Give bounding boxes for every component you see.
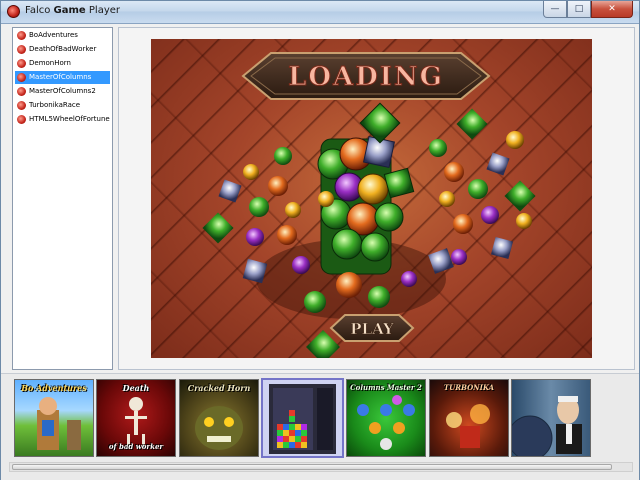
game-list-item-label: DeathOfBadWorker (29, 45, 97, 53)
game-list-item-masterofcolumns[interactable]: MasterOfColumns (15, 71, 110, 84)
loading-text: LOADING (288, 62, 444, 92)
thumbnail-subtitle: of bad worker (108, 442, 164, 451)
game-icon (17, 45, 26, 54)
game-list-item-demonhorn[interactable]: DemonHorn (15, 57, 110, 70)
game-icon (17, 59, 26, 68)
maximize-button[interactable]: □ (567, 1, 591, 18)
game-icon (17, 115, 26, 124)
game-icon (17, 101, 26, 110)
game-screen[interactable]: LOADING PLAY (151, 39, 592, 358)
close-icon: ✕ (608, 4, 616, 14)
game-list-item-turbonikarace[interactable]: TurbonikaRace (15, 99, 110, 112)
minimize-button[interactable]: — (543, 1, 567, 18)
game-list-item-masterofcolumns2[interactable]: MasterOfColumns2 (15, 85, 110, 98)
thumbnail-html5wheeloffortune[interactable] (511, 379, 591, 457)
loading-banner: LOADING (241, 52, 491, 100)
app-icon (7, 5, 20, 18)
thumbnail-masterofcolumns2[interactable]: Columns Master 2 (346, 379, 426, 457)
turbonikarace-artwork (446, 404, 490, 448)
thumbnail-turbonikarace[interactable]: TURBONIKA (429, 379, 509, 457)
game-list-item-deathofbadworker[interactable]: DeathOfBadWorker (15, 43, 110, 56)
game-icon (17, 31, 26, 40)
game-list-item-html5wheeloffortune[interactable]: HTML5WheelOfFortune (15, 113, 110, 126)
thumbnail-deathofbadworker[interactable]: Death of bad worker (96, 379, 176, 457)
game-list-item-label: DemonHorn (29, 59, 71, 67)
window-title: Falco Game Player (25, 5, 121, 16)
caption-buttons: — □ ✕ (543, 1, 633, 19)
thumbnail-scrollbar[interactable] (9, 462, 633, 472)
wheeloffortune-artwork (512, 396, 582, 456)
demonhorn-artwork (195, 406, 243, 450)
masterofcolumns2-artwork (357, 395, 415, 450)
boadventures-artwork (37, 397, 81, 450)
play-button[interactable]: PLAY (329, 314, 415, 342)
minimize-icon: — (550, 4, 560, 14)
masterofcolumns-artwork (269, 384, 336, 454)
game-list-item-label: BoAdventures (29, 31, 78, 39)
play-button-label: PLAY (350, 320, 394, 338)
game-list-item-boadventures[interactable]: BoAdventures (15, 29, 110, 42)
scrollbar-thumb[interactable] (12, 464, 612, 470)
game-artwork: LOADING PLAY (202, 52, 536, 358)
title-bar[interactable]: Falco Game Player — □ ✕ (1, 1, 639, 24)
thumbnail-masterofcolumns[interactable] (261, 378, 344, 458)
thumbnail-demonhorn[interactable]: Cracked Horn (179, 379, 259, 457)
maximize-icon: □ (574, 4, 584, 14)
close-button[interactable]: ✕ (591, 1, 633, 18)
game-list-item-label: MasterOfColumns2 (29, 87, 96, 95)
game-list-item-label: HTML5WheelOfFortune (29, 115, 110, 123)
game-list-item-label: TurbonikaRace (29, 101, 81, 109)
game-thumbnail-shelf: Bo Adventures Death of bad worker Cracke… (1, 373, 639, 480)
game-list[interactable]: BoAdventures DeathOfBadWorker DemonHorn … (12, 27, 113, 370)
game-icon (17, 73, 26, 82)
app-window: Falco Game Player — □ ✕ BoAdventures Dea… (0, 0, 640, 480)
game-icon (17, 87, 26, 96)
thumbnail-boadventures[interactable]: Bo Adventures (14, 379, 94, 457)
game-list-item-label: MasterOfColumns (29, 73, 92, 81)
